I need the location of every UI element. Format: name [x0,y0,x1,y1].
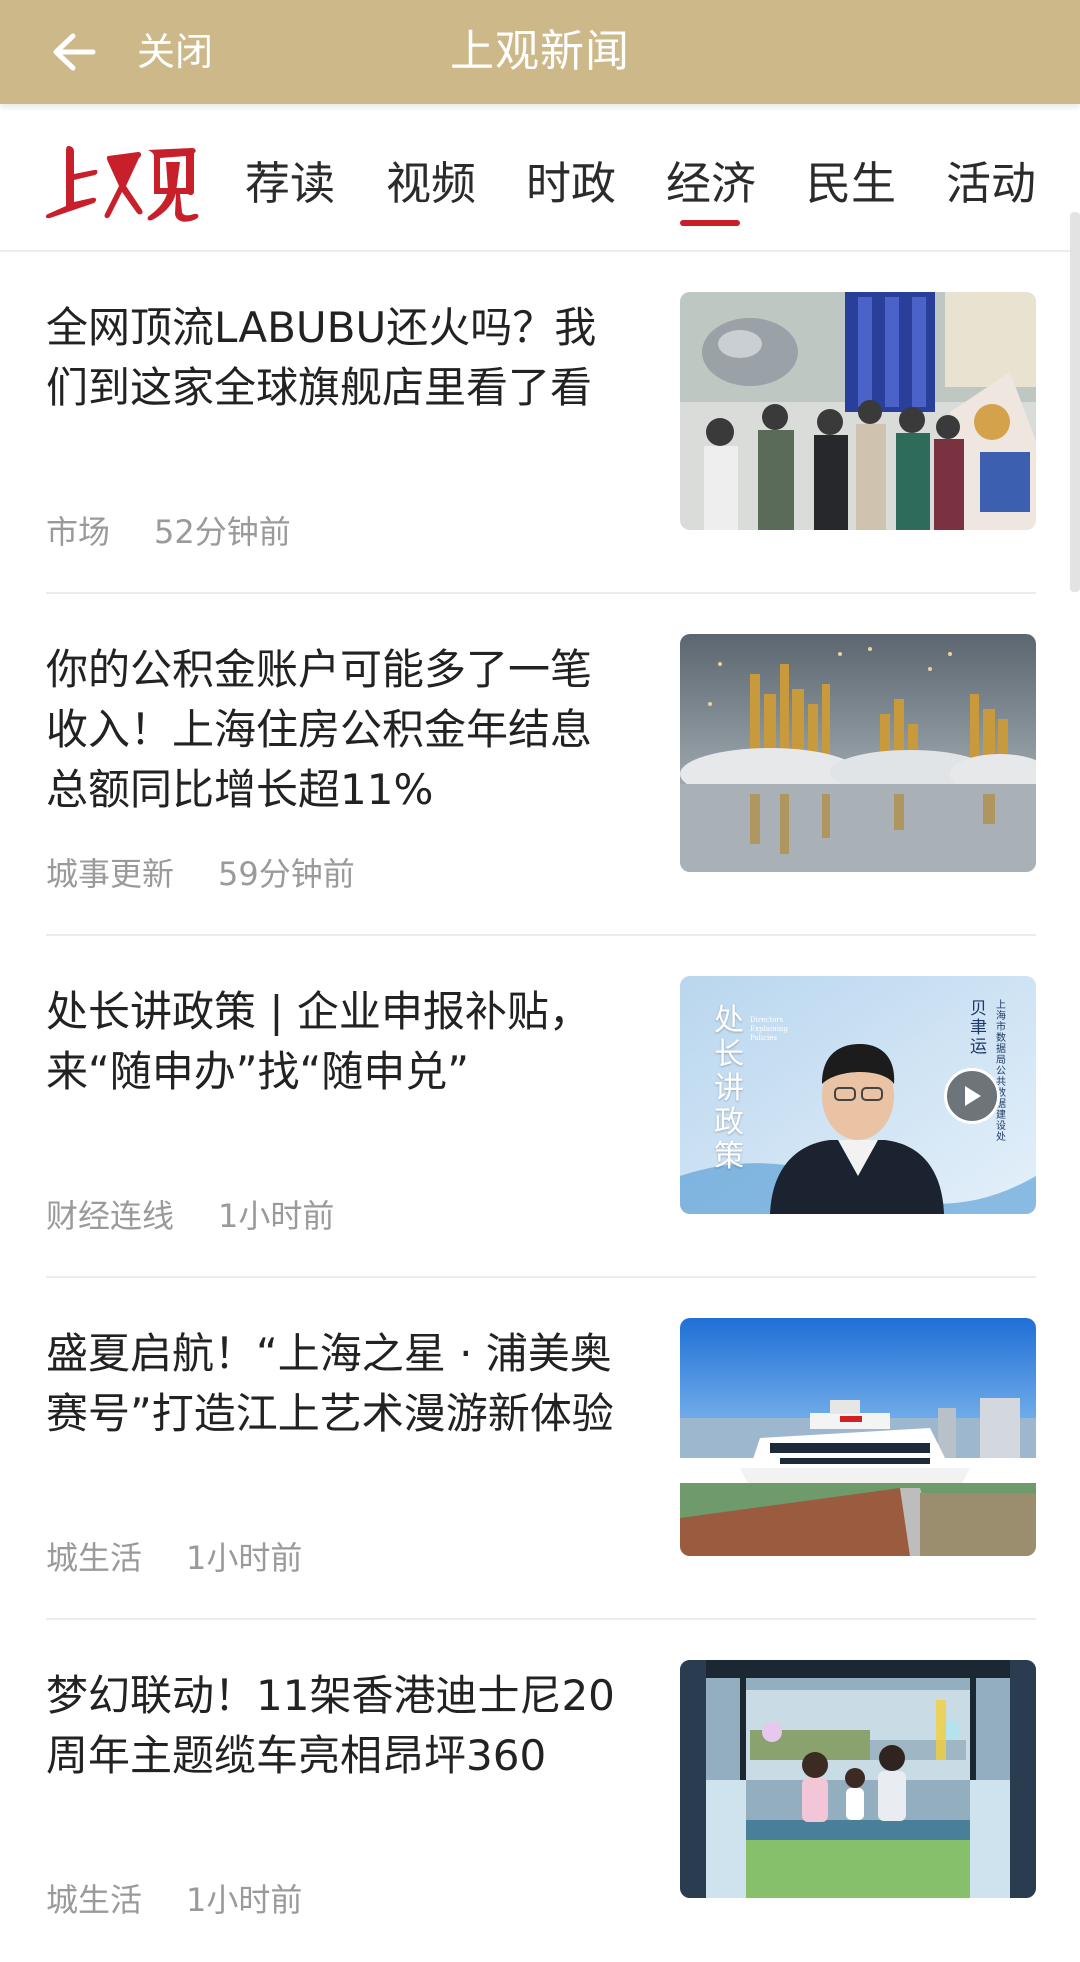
news-title[interactable]: 梦幻联动！11架香港迪士尼20周年主题缆车亮相昂坪360 [46,1666,626,1786]
news-time: 1小时前 [218,1197,335,1235]
news-title[interactable]: 盛夏启航！“上海之星 · 浦美奥赛号”打造江上艺术漫游新体验 [46,1324,626,1444]
page-title: 上观新闻 [450,26,630,77]
news-meta: 城生活 1小时前 [46,1878,302,1922]
news-source: 城生活 [46,1881,143,1919]
news-source: 市场 [46,513,111,551]
news-meta: 市场 52分钟前 [46,510,291,554]
news-title[interactable]: 全网顶流LABUBU还火吗？我们到这家全球旗舰店里看了看 [46,298,626,418]
thumb-speaker-title: 上海市数据局公共数据建设处 [996,1000,1006,1143]
news-source: 城事更新 [46,855,175,893]
news-item[interactable]: 你的公积金账户可能多了一笔收入！上海住房公积金年结息总额同比增长超11% 城事更… [46,594,1036,936]
store-crowd-image [680,292,1036,530]
river-cruise-image [680,1318,1036,1556]
news-source: 城生活 [46,1539,143,1577]
news-thumbnail[interactable]: 处长讲政策 Directors Explaining Policies 贝聿运 … [680,976,1036,1214]
news-time: 52分钟前 [154,513,291,551]
cable-car-image [680,1660,1036,1898]
news-thumbnail[interactable] [680,292,1036,530]
news-source: 财经连线 [46,1197,175,1235]
thumb-speaker-name: 贝聿运 [970,999,987,1057]
top-app-bar: 关闭 上观新闻 [0,0,1080,104]
tab-economy[interactable]: 经济 [664,154,758,214]
active-tab-indicator [680,220,740,226]
news-meta: 城事更新 59分钟前 [46,852,355,896]
news-item[interactable]: 梦幻联动！11架香港迪士尼20周年主题缆车亮相昂坪360 城生活 1小时前 [46,1620,1036,1962]
news-item[interactable]: 盛夏启航！“上海之星 · 浦美奥赛号”打造江上艺术漫游新体验 城生活 1小时前 [46,1278,1036,1620]
shangguan-logo[interactable] [44,142,204,226]
tab-livelihood[interactable]: 民生 [804,154,898,214]
news-meta: 城生活 1小时前 [46,1536,302,1580]
play-icon [965,1086,981,1106]
tab-politics[interactable]: 时政 [524,154,618,214]
golden-city-image [680,634,1036,872]
news-time: 1小时前 [186,1881,303,1919]
tab-events[interactable]: 活动 [944,154,1038,214]
tab-video[interactable]: 视频 [384,154,478,214]
play-button[interactable] [944,1068,1000,1124]
news-title[interactable]: 你的公积金账户可能多了一笔收入！上海住房公积金年结息总额同比增长超11% [46,640,626,820]
thumb-series-subtitle: Directors Explaining Policies [750,1016,788,1042]
news-time: 1小时前 [186,1539,303,1577]
news-item[interactable]: 全网顶流LABUBU还火吗？我们到这家全球旗舰店里看了看 市场 52分钟前 [46,252,1036,594]
tab-recommended[interactable]: 荐读 [243,154,337,214]
scrollbar[interactable] [1070,212,1080,592]
news-time: 59分钟前 [218,855,355,893]
news-thumbnail[interactable] [680,1660,1036,1898]
news-title[interactable]: 处长讲政策 | 企业申报补贴，来“随申办”找“随申兑” [46,982,626,1102]
news-meta: 财经连线 1小时前 [46,1194,334,1238]
news-thumbnail[interactable] [680,1318,1036,1556]
channel-tab-bar: 荐读 视频 时政 经济 民生 活动 [0,104,1080,252]
news-thumbnail[interactable] [680,634,1036,872]
news-item[interactable]: 处长讲政策 | 企业申报补贴，来“随申办”找“随申兑” 财经连线 1小时前 处长… [46,936,1036,1278]
